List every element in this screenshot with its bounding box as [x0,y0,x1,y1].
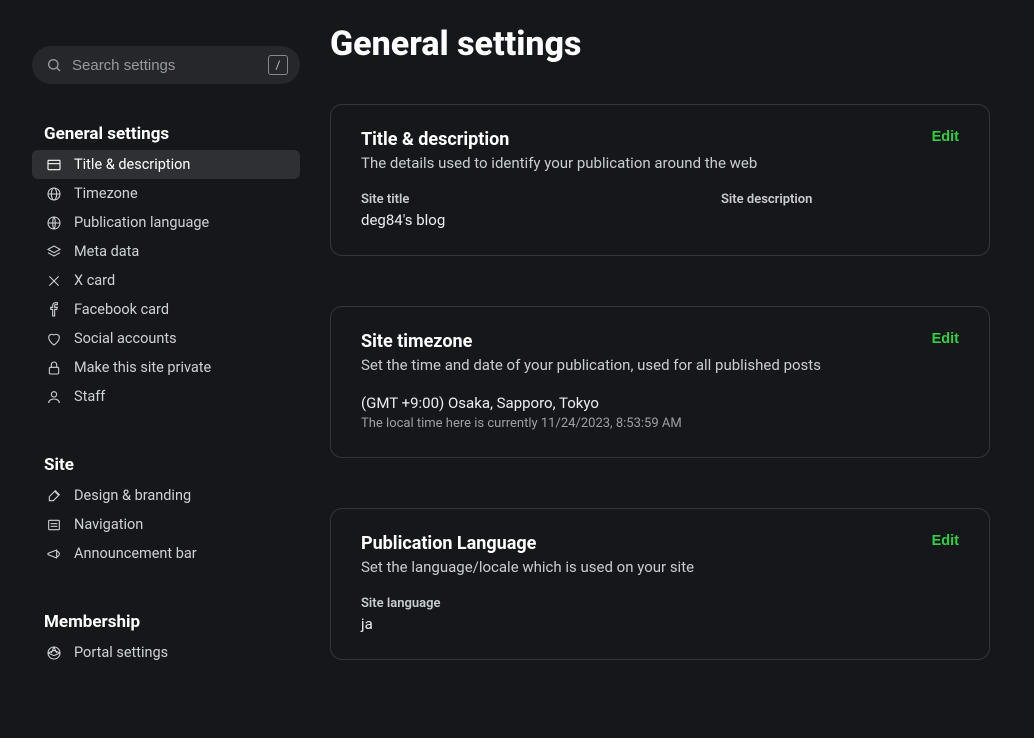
sidebar-item-label: Facebook card [74,301,169,318]
search-shortcut-key: / [268,55,288,75]
sidebar: / General settings Title & description T… [0,0,330,738]
card-title: Title & description [361,129,757,150]
edit-button[interactable]: Edit [932,331,959,347]
edit-button[interactable]: Edit [932,533,959,549]
section-title-general: General settings [32,124,300,150]
sidebar-item-label: Timezone [74,185,138,202]
language-icon [46,215,62,231]
search-icon [46,57,62,73]
sidebar-item-staff[interactable]: Staff [32,382,300,411]
sidebar-item-label: Announcement bar [74,545,197,562]
user-icon [46,389,62,405]
list-icon [46,517,62,533]
sidebar-item-portal-settings[interactable]: Portal settings [32,638,300,667]
search-input[interactable] [72,57,258,74]
sidebar-item-label: Meta data [74,243,139,260]
sidebar-item-design-branding[interactable]: Design & branding [32,481,300,510]
section-title-membership: Membership [32,612,300,638]
heart-icon [46,331,62,347]
card-subtitle: Set the time and date of your publicatio… [361,356,821,374]
title-icon [46,157,62,173]
field-value-site-language: ja [361,615,959,633]
card-publication-language: Publication Language Set the language/lo… [330,508,990,660]
edit-button[interactable]: Edit [932,129,959,145]
sidebar-item-title-description[interactable]: Title & description [32,150,300,179]
sidebar-item-label: Staff [74,388,105,405]
nav-list-membership: Portal settings [32,638,300,667]
sidebar-item-label: Title & description [74,156,190,173]
card-title-description: Title & description The details used to … [330,104,990,256]
card-title: Site timezone [361,331,821,352]
field-value-site-title: deg84's blog [361,211,621,229]
globe-icon [46,186,62,202]
card-subtitle: The details used to identify your public… [361,154,757,172]
sidebar-item-facebook-card[interactable]: Facebook card [32,295,300,324]
sidebar-item-publication-language[interactable]: Publication language [32,208,300,237]
nav-list-general: Title & description Timezone Publication… [32,150,300,411]
lock-icon [46,360,62,376]
sidebar-item-label: Publication language [74,214,209,231]
x-icon [46,273,62,289]
timezone-value: (GMT +9:00) Osaka, Sapporo, Tokyo [361,394,959,412]
page-title: General settings [330,24,990,64]
sidebar-item-x-card[interactable]: X card [32,266,300,295]
card-title: Publication Language [361,533,694,554]
sidebar-item-navigation[interactable]: Navigation [32,510,300,539]
nav-list-site: Design & branding Navigation Announcemen… [32,481,300,568]
sidebar-item-social-accounts[interactable]: Social accounts [32,324,300,353]
stack-icon [46,244,62,260]
card-subtitle: Set the language/locale which is used on… [361,558,694,576]
sidebar-item-label: Portal settings [74,644,168,661]
sidebar-item-make-private[interactable]: Make this site private [32,353,300,382]
main-content: General settings Title & description The… [330,0,1034,738]
brush-icon [46,488,62,504]
field-label-site-description: Site description [721,192,812,207]
card-site-timezone: Site timezone Set the time and date of y… [330,306,990,458]
timezone-helper: The local time here is currently 11/24/2… [361,416,959,431]
sidebar-item-timezone[interactable]: Timezone [32,179,300,208]
megaphone-icon [46,546,62,562]
sidebar-item-meta-data[interactable]: Meta data [32,237,300,266]
search-settings-input-wrapper[interactable]: / [32,46,300,84]
sidebar-item-label: X card [74,272,115,289]
sidebar-item-label: Make this site private [74,359,211,376]
field-label-site-language: Site language [361,596,959,611]
sidebar-item-announcement-bar[interactable]: Announcement bar [32,539,300,568]
aperture-icon [46,645,62,661]
facebook-icon [46,302,62,318]
sidebar-item-label: Navigation [74,516,143,533]
field-label-site-title: Site title [361,192,621,207]
section-title-site: Site [32,455,300,481]
sidebar-item-label: Design & branding [74,487,191,504]
sidebar-item-label: Social accounts [74,330,177,347]
